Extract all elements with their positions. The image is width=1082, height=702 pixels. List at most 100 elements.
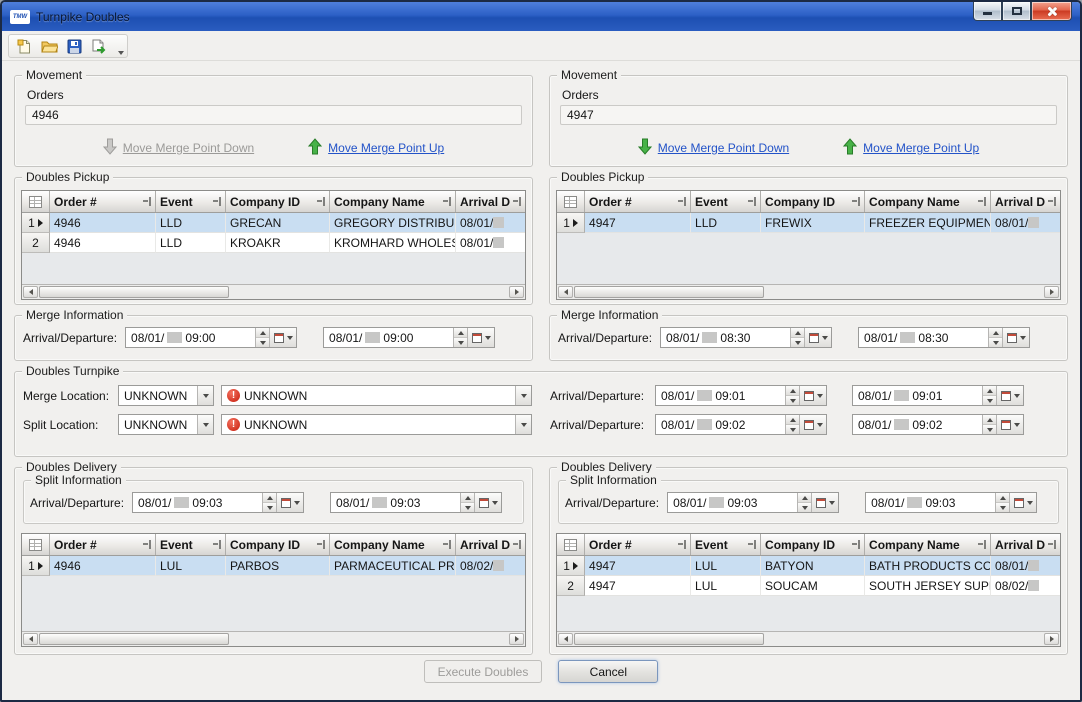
column-header-event[interactable]: Event (691, 534, 761, 555)
calendar-dropdown-button[interactable] (996, 386, 1023, 405)
merge-arrival-datetime-right[interactable]: 08/01/08:30 (660, 327, 832, 348)
column-header-company-name[interactable]: Company Name (865, 191, 991, 212)
merge-location-code-combobox[interactable]: UNKNOWN (118, 385, 214, 406)
calendar-dropdown-button[interactable] (474, 493, 501, 512)
toolbar-overflow-icon[interactable] (118, 51, 124, 55)
spinner[interactable] (785, 415, 799, 434)
column-header-arrival-date[interactable]: Arrival D (456, 191, 525, 212)
spinner[interactable] (262, 493, 276, 512)
dropdown-button[interactable] (197, 386, 213, 405)
horizontal-scrollbar[interactable] (22, 284, 525, 299)
column-header-order-number[interactable]: Order # (50, 191, 156, 212)
column-header-company-id[interactable]: Company ID (226, 191, 330, 212)
dropdown-button[interactable] (515, 415, 531, 434)
grid-corner-button[interactable] (22, 534, 50, 555)
calendar-dropdown-button[interactable] (811, 493, 838, 512)
column-header-event[interactable]: Event (156, 191, 226, 212)
split-departure-datetime-left[interactable]: 08/01/09:03 (330, 492, 502, 513)
column-header-company-id[interactable]: Company ID (226, 534, 330, 555)
calendar-dropdown-button[interactable] (799, 386, 826, 405)
turnpike-split-departure-datetime[interactable]: 08/01/09:02 (852, 414, 1024, 435)
spinner[interactable] (797, 493, 811, 512)
spinner[interactable] (453, 328, 467, 347)
scroll-left-button[interactable] (23, 633, 38, 645)
split-departure-datetime-right[interactable]: 08/01/09:03 (865, 492, 1037, 513)
scroll-left-button[interactable] (558, 286, 573, 298)
column-header-order-number[interactable]: Order # (585, 191, 691, 212)
merge-departure-datetime-right[interactable]: 08/01/08:30 (858, 327, 1030, 348)
merge-departure-datetime-left[interactable]: 08/01/09:00 (323, 327, 495, 348)
split-location-name-combobox[interactable]: !UNKNOWN (221, 414, 532, 435)
scroll-right-button[interactable] (1044, 286, 1059, 298)
split-location-code-combobox[interactable]: UNKNOWN (118, 414, 214, 435)
split-arrival-datetime-left[interactable]: 08/01/09:03 (132, 492, 304, 513)
scroll-right-button[interactable] (1044, 633, 1059, 645)
grid-corner-button[interactable] (22, 191, 50, 212)
move-merge-point-up-link[interactable]: Move Merge Point Up (308, 138, 444, 158)
save-icon[interactable] (63, 36, 85, 56)
calendar-dropdown-button[interactable] (1009, 493, 1036, 512)
grid-row[interactable]: 2 4947 LUL SOUCAM SOUTH JERSEY SUPP... 0… (557, 576, 1060, 596)
scroll-right-button[interactable] (509, 633, 524, 645)
merge-location-name-combobox[interactable]: !UNKNOWN (221, 385, 532, 406)
export-icon[interactable] (88, 36, 110, 56)
calendar-dropdown-button[interactable] (276, 493, 303, 512)
spinner[interactable] (988, 328, 1002, 347)
calendar-dropdown-button[interactable] (269, 328, 296, 347)
column-header-company-id[interactable]: Company ID (761, 534, 865, 555)
column-header-company-name[interactable]: Company Name (330, 191, 456, 212)
grid-corner-button[interactable] (557, 534, 585, 555)
horizontal-scrollbar[interactable] (557, 631, 1060, 646)
column-header-company-name[interactable]: Company Name (865, 534, 991, 555)
column-header-event[interactable]: Event (156, 534, 226, 555)
column-header-order-number[interactable]: Order # (50, 534, 156, 555)
dropdown-button[interactable] (197, 415, 213, 434)
spinner[interactable] (995, 493, 1009, 512)
spinner[interactable] (982, 386, 996, 405)
grid-row[interactable]: 1 4946 LUL PARBOS PARMACEUTICAL PR... 08… (22, 556, 525, 576)
column-header-arrival-date[interactable]: Arrival D (456, 534, 525, 555)
column-header-arrival-date[interactable]: Arrival D (991, 191, 1060, 212)
horizontal-scrollbar[interactable] (557, 284, 1060, 299)
maximize-button[interactable] (1002, 2, 1031, 21)
spinner[interactable] (790, 328, 804, 347)
turnpike-merge-departure-datetime[interactable]: 08/01/09:01 (852, 385, 1024, 406)
grid-row[interactable]: 1 4947 LUL BATYON BATH PRODUCTS CO... 08… (557, 556, 1060, 576)
scroll-left-button[interactable] (558, 633, 573, 645)
column-header-company-name[interactable]: Company Name (330, 534, 456, 555)
move-merge-point-down-link[interactable]: Move Merge Point Down (638, 138, 789, 158)
scroll-left-button[interactable] (23, 286, 38, 298)
horizontal-scrollbar[interactable] (22, 631, 525, 646)
calendar-dropdown-button[interactable] (467, 328, 494, 347)
calendar-dropdown-button[interactable] (799, 415, 826, 434)
turnpike-split-arrival-datetime[interactable]: 08/01/09:02 (655, 414, 827, 435)
scroll-right-button[interactable] (509, 286, 524, 298)
scrollbar-thumb[interactable] (574, 286, 764, 298)
column-header-arrival-date[interactable]: Arrival D (991, 534, 1060, 555)
spinner[interactable] (785, 386, 799, 405)
move-merge-point-up-link[interactable]: Move Merge Point Up (843, 138, 979, 158)
calendar-dropdown-button[interactable] (804, 328, 831, 347)
spinner[interactable] (982, 415, 996, 434)
grid-row[interactable]: 2 4946 LLD KROAKR KROMHARD WHOLES... 08/… (22, 233, 525, 253)
scrollbar-thumb[interactable] (574, 633, 764, 645)
merge-arrival-datetime-left[interactable]: 08/01/09:00 (125, 327, 297, 348)
grid-corner-button[interactable] (557, 191, 585, 212)
cancel-button[interactable]: Cancel (558, 660, 658, 683)
split-arrival-datetime-right[interactable]: 08/01/09:03 (667, 492, 839, 513)
dropdown-button[interactable] (515, 386, 531, 405)
column-header-order-number[interactable]: Order # (585, 534, 691, 555)
grid-row[interactable]: 1 4947 LLD FREWIX FREEZER EQUIPMENT 08/0… (557, 213, 1060, 233)
spinner[interactable] (255, 328, 269, 347)
column-header-company-id[interactable]: Company ID (761, 191, 865, 212)
calendar-dropdown-button[interactable] (996, 415, 1023, 434)
turnpike-merge-arrival-datetime[interactable]: 08/01/09:01 (655, 385, 827, 406)
close-button[interactable] (1031, 2, 1072, 21)
grid-row[interactable]: 1 4946 LLD GRECAN GREGORY DISTRIBU... 08… (22, 213, 525, 233)
open-folder-icon[interactable] (38, 36, 60, 56)
spinner[interactable] (460, 493, 474, 512)
minimize-button[interactable] (973, 2, 1002, 21)
column-header-event[interactable]: Event (691, 191, 761, 212)
scrollbar-thumb[interactable] (39, 633, 229, 645)
new-document-icon[interactable] (13, 36, 35, 56)
